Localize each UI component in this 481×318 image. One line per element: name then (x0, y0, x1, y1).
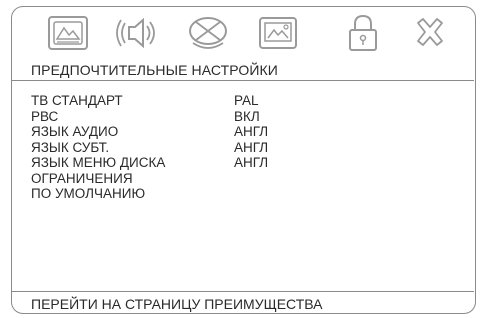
general-setup-icon (48, 16, 88, 50)
setting-label: ЯЗЫК МЕНЮ ДИСКА (31, 155, 166, 170)
setup-toolbar (12, 8, 474, 58)
setting-label: РВС (31, 108, 59, 124)
exit-icon (417, 18, 443, 46)
setting-value: ВКЛ (234, 108, 260, 124)
dolby-setup-icon (189, 17, 227, 49)
page-title: ПРЕДПОЧТИТЕЛЬНЫЕ НАСТРОЙКИ (31, 62, 278, 78)
tab-exit[interactable] (404, 8, 456, 58)
tab-dolby-setup[interactable] (182, 8, 234, 58)
setting-value: АНГЛ (234, 139, 269, 155)
tab-audio-setup[interactable] (112, 8, 164, 58)
tab-password[interactable] (337, 8, 389, 58)
setting-disc-menu-language[interactable]: ЯЗЫК МЕНЮ ДИСКА АНГЛ (31, 155, 331, 171)
setting-label: ЯЗЫК СУБТ. (31, 139, 110, 155)
setting-pbc[interactable]: РВС ВКЛ (31, 109, 331, 125)
setting-subtitle-language[interactable]: ЯЗЫК СУБТ. АНГЛ (31, 140, 331, 156)
title-divider (12, 80, 474, 81)
setting-label: ПО УМОЛЧАНИЮ (31, 186, 146, 201)
setting-label: ЯЗЫК АУДИО (31, 124, 119, 139)
setting-parental-restrictions[interactable]: ОГРАНИЧЕНИЯ (31, 171, 331, 187)
audio-setup-icon (116, 17, 155, 49)
tab-general-setup[interactable] (42, 8, 94, 58)
footer-hint: ПЕРЕЙТИ НА СТРАНИЦУ ПРЕИМУЩЕСТВА (31, 296, 323, 312)
video-setup-icon (259, 17, 297, 49)
setting-label: ОГРАНИЧЕНИЯ (31, 170, 133, 186)
tab-video-setup[interactable] (252, 8, 304, 58)
settings-list: ТВ СТАНДАРТ PAL РВС ВКЛ ЯЗЫК АУДИО АНГЛ … (31, 93, 331, 202)
setting-value: PAL (234, 93, 259, 108)
footer-divider (12, 291, 474, 292)
setting-value: АНГЛ (234, 155, 269, 170)
setting-label: ТВ СТАНДАРТ (31, 93, 123, 108)
setting-value: АНГЛ (234, 124, 269, 139)
setting-audio-language[interactable]: ЯЗЫК АУДИО АНГЛ (31, 124, 331, 140)
password-lock-icon (349, 14, 377, 51)
setting-default[interactable]: ПО УМОЛЧАНИЮ (31, 186, 331, 202)
setting-tv-standard[interactable]: ТВ СТАНДАРТ PAL (31, 93, 331, 109)
